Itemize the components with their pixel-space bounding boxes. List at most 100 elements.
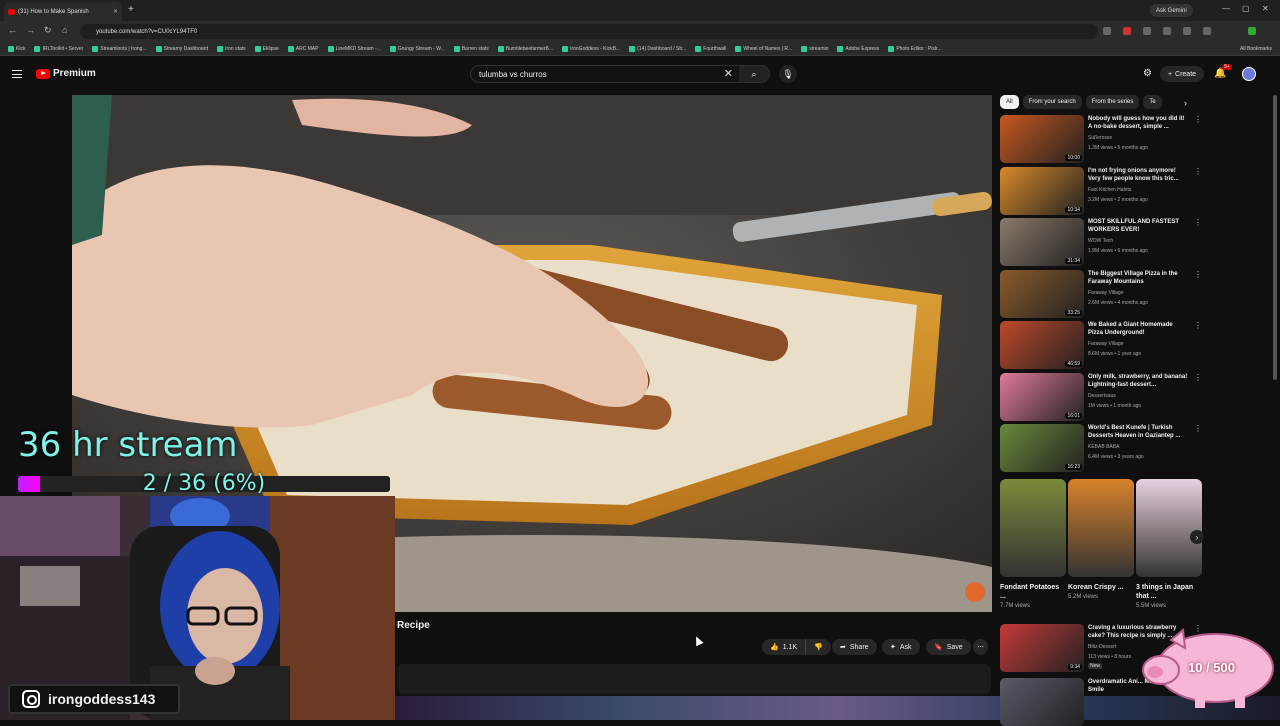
bookmark-item[interactable]: (14) Dashboard / Str... <box>629 45 686 52</box>
bookmark-item[interactable]: LineMKD Stream -... <box>327 45 381 52</box>
share-group: ➦ Share <box>832 639 877 655</box>
bookmark-item[interactable]: streamin <box>801 45 828 52</box>
scrollbar[interactable] <box>1273 95 1277 380</box>
share-button[interactable]: ➦ Share <box>832 639 877 655</box>
bookmark-item[interactable]: Streamloots | Irong... <box>92 45 147 52</box>
bookmark-item[interactable]: IronGoddess - KickB... <box>562 45 620 52</box>
description-box[interactable] <box>397 664 991 694</box>
bookmark-icon: 🔖 <box>934 644 943 651</box>
clear-search-icon[interactable]: ✕ <box>724 67 733 80</box>
filter-chip[interactable]: From your search <box>1022 95 1082 109</box>
recommendation-item[interactable]: 10:00 Nobody will guess how you did it! A… <box>1000 115 1202 163</box>
bookmark-favicon-icon <box>629 45 636 52</box>
bookmark-item[interactable]: Wheel of Names | R... <box>735 45 792 52</box>
video-thumbnail[interactable]: 10:00 <box>1000 115 1084 163</box>
bookmark-item[interactable]: IRLToolkit • Server <box>34 45 84 52</box>
cast-icon[interactable]: ⚙ <box>1143 68 1152 79</box>
filter-chip[interactable]: From the series <box>1085 95 1140 109</box>
short-item[interactable]: 3 things in Japan that ... 5.5M views <box>1136 479 1202 609</box>
recommendation-item[interactable]: 31:34 MOST SKILLFUL AND FASTEST WORKERS E… <box>1000 218 1202 266</box>
bookmark-item[interactable]: Iron stats <box>217 45 246 52</box>
more-actions-button[interactable]: ⋯ <box>973 639 988 655</box>
extension-icon[interactable] <box>1123 27 1131 35</box>
short-item[interactable]: Fondant Potatoes ... 7.7M views <box>1000 479 1066 609</box>
bookmark-item[interactable]: Barren stats <box>453 45 489 52</box>
filter-chip[interactable]: All <box>1000 95 1019 109</box>
search-input[interactable]: tulumba vs churros ✕ ⌕ <box>470 65 770 83</box>
reload-icon[interactable]: ↻ <box>44 25 52 36</box>
short-thumbnail[interactable] <box>1068 479 1134 577</box>
recommendation-item[interactable]: 46:59 We Baked a Giant Homemade Pizza Und… <box>1000 321 1202 369</box>
chevron-right-icon[interactable]: › <box>1184 98 1187 108</box>
avatar[interactable] <box>1242 67 1256 81</box>
bookmark-item[interactable]: Eklipse <box>254 45 279 52</box>
more-options-icon[interactable]: ⋮ <box>1194 321 1202 330</box>
ask-button[interactable]: ✦ Ask <box>882 639 920 655</box>
extension-icon[interactable] <box>1183 27 1191 35</box>
more-options-icon[interactable]: ⋮ <box>1194 424 1202 433</box>
close-window-icon[interactable]: ✕ <box>1262 4 1269 13</box>
recommendation-item[interactable]: 10:34 I'm not frying onions anymore! Very… <box>1000 166 1202 215</box>
thumbs-up-icon: 👍 <box>770 644 779 651</box>
more-options-icon[interactable]: ⋮ <box>1194 218 1202 227</box>
recommendation-item[interactable]: 16:23 World's Best Kunefe | Turkish Desse… <box>1000 424 1202 472</box>
profile-icon[interactable] <box>1248 27 1256 35</box>
forward-icon[interactable]: → <box>26 25 35 35</box>
bookmark-item[interactable]: Streamy Dashboard <box>155 45 208 52</box>
create-button[interactable]: + Create <box>1160 66 1204 82</box>
voice-search-icon[interactable]: 🎙 <box>779 65 797 83</box>
short-item[interactable]: Korean Crispy ... 5.2M views <box>1068 479 1134 600</box>
browser-tab[interactable]: (31) How to Make Spanish ✕ <box>4 2 122 21</box>
dislike-button[interactable]: 👎 <box>806 639 831 655</box>
ask-gemini-button[interactable]: Ask Gemini <box>1150 4 1193 17</box>
bookmark-item[interactable]: Fourthwall <box>695 45 726 52</box>
short-thumbnail[interactable] <box>1000 479 1066 577</box>
bookmark-item[interactable]: ARC MAP <box>287 45 319 52</box>
extension-icon[interactable] <box>1203 27 1211 35</box>
close-tab-icon[interactable]: ✕ <box>113 8 118 15</box>
channel-watermark-icon[interactable] <box>965 582 985 602</box>
more-options-icon[interactable]: ⋮ <box>1194 115 1202 124</box>
extension-icon[interactable] <box>1163 27 1171 35</box>
bookmark-item[interactable]: Photo Editor : Pixlr... <box>888 45 942 52</box>
back-icon[interactable]: ← <box>8 25 17 35</box>
video-thumbnail[interactable]: 9:34 <box>1000 624 1084 672</box>
video-thumbnail[interactable]: 16:01 <box>1000 372 1084 421</box>
youtube-logo[interactable]: Premium <box>36 68 96 79</box>
video-thumbnail[interactable]: 33:25 <box>1000 269 1084 318</box>
new-tab-icon[interactable]: + <box>128 4 134 15</box>
video-thumbnail[interactable]: 31:34 <box>1000 218 1084 266</box>
video-title: Recipe <box>397 620 430 631</box>
filter-chip[interactable]: Te <box>1143 95 1162 109</box>
video-thumbnail[interactable]: 10:34 <box>1000 166 1084 215</box>
bookmark-item[interactable]: Grungy Stream - W... <box>389 45 445 52</box>
menu-icon[interactable] <box>12 70 22 78</box>
search-button[interactable]: ⌕ <box>739 66 769 82</box>
home-icon[interactable]: ⌂ <box>62 25 67 35</box>
all-bookmarks-link[interactable]: All Bookmarks <box>1240 46 1280 52</box>
minimize-icon[interactable]: — <box>1222 4 1230 13</box>
maximize-icon[interactable]: ▢ <box>1242 4 1250 13</box>
extension-icon[interactable] <box>1103 27 1111 35</box>
plus-icon: + <box>1167 70 1173 78</box>
more-options-icon[interactable]: ⋮ <box>1194 167 1202 176</box>
video-thumbnail[interactable] <box>1000 678 1084 726</box>
extension-icon[interactable] <box>1143 27 1151 35</box>
recommendation-item[interactable]: 33:25 The Biggest Village Pizza in the Fa… <box>1000 269 1202 318</box>
save-button[interactable]: 🔖 Save <box>926 639 971 655</box>
channel-name: Süßerosse <box>1088 135 1113 141</box>
bookmark-item[interactable]: Kick <box>8 45 25 52</box>
short-thumbnail[interactable] <box>1136 479 1202 577</box>
shorts-next-icon[interactable]: › <box>1190 530 1204 544</box>
more-options-icon[interactable]: ⋮ <box>1194 270 1202 279</box>
like-button[interactable]: 👍 1.1K <box>762 639 807 655</box>
address-bar[interactable]: youtube.com/watch?v=CU0cYL94TF0 <box>80 24 1098 39</box>
video-thumbnail[interactable]: 16:23 <box>1000 424 1084 472</box>
recommendation-item[interactable]: 16:01 Only milk, strawberry, and banana! … <box>1000 372 1202 421</box>
bookmark-label: Grungy Stream - W... <box>397 45 445 52</box>
more-options-icon[interactable]: ⋮ <box>1194 373 1202 382</box>
video-thumbnail[interactable]: 46:59 <box>1000 321 1084 369</box>
bookmark-item[interactable]: BumblebeefarmerB... <box>497 45 553 52</box>
bookmark-label: IRLToolkit • Server <box>42 45 84 52</box>
bookmark-item[interactable]: Adobe Express <box>837 45 879 52</box>
